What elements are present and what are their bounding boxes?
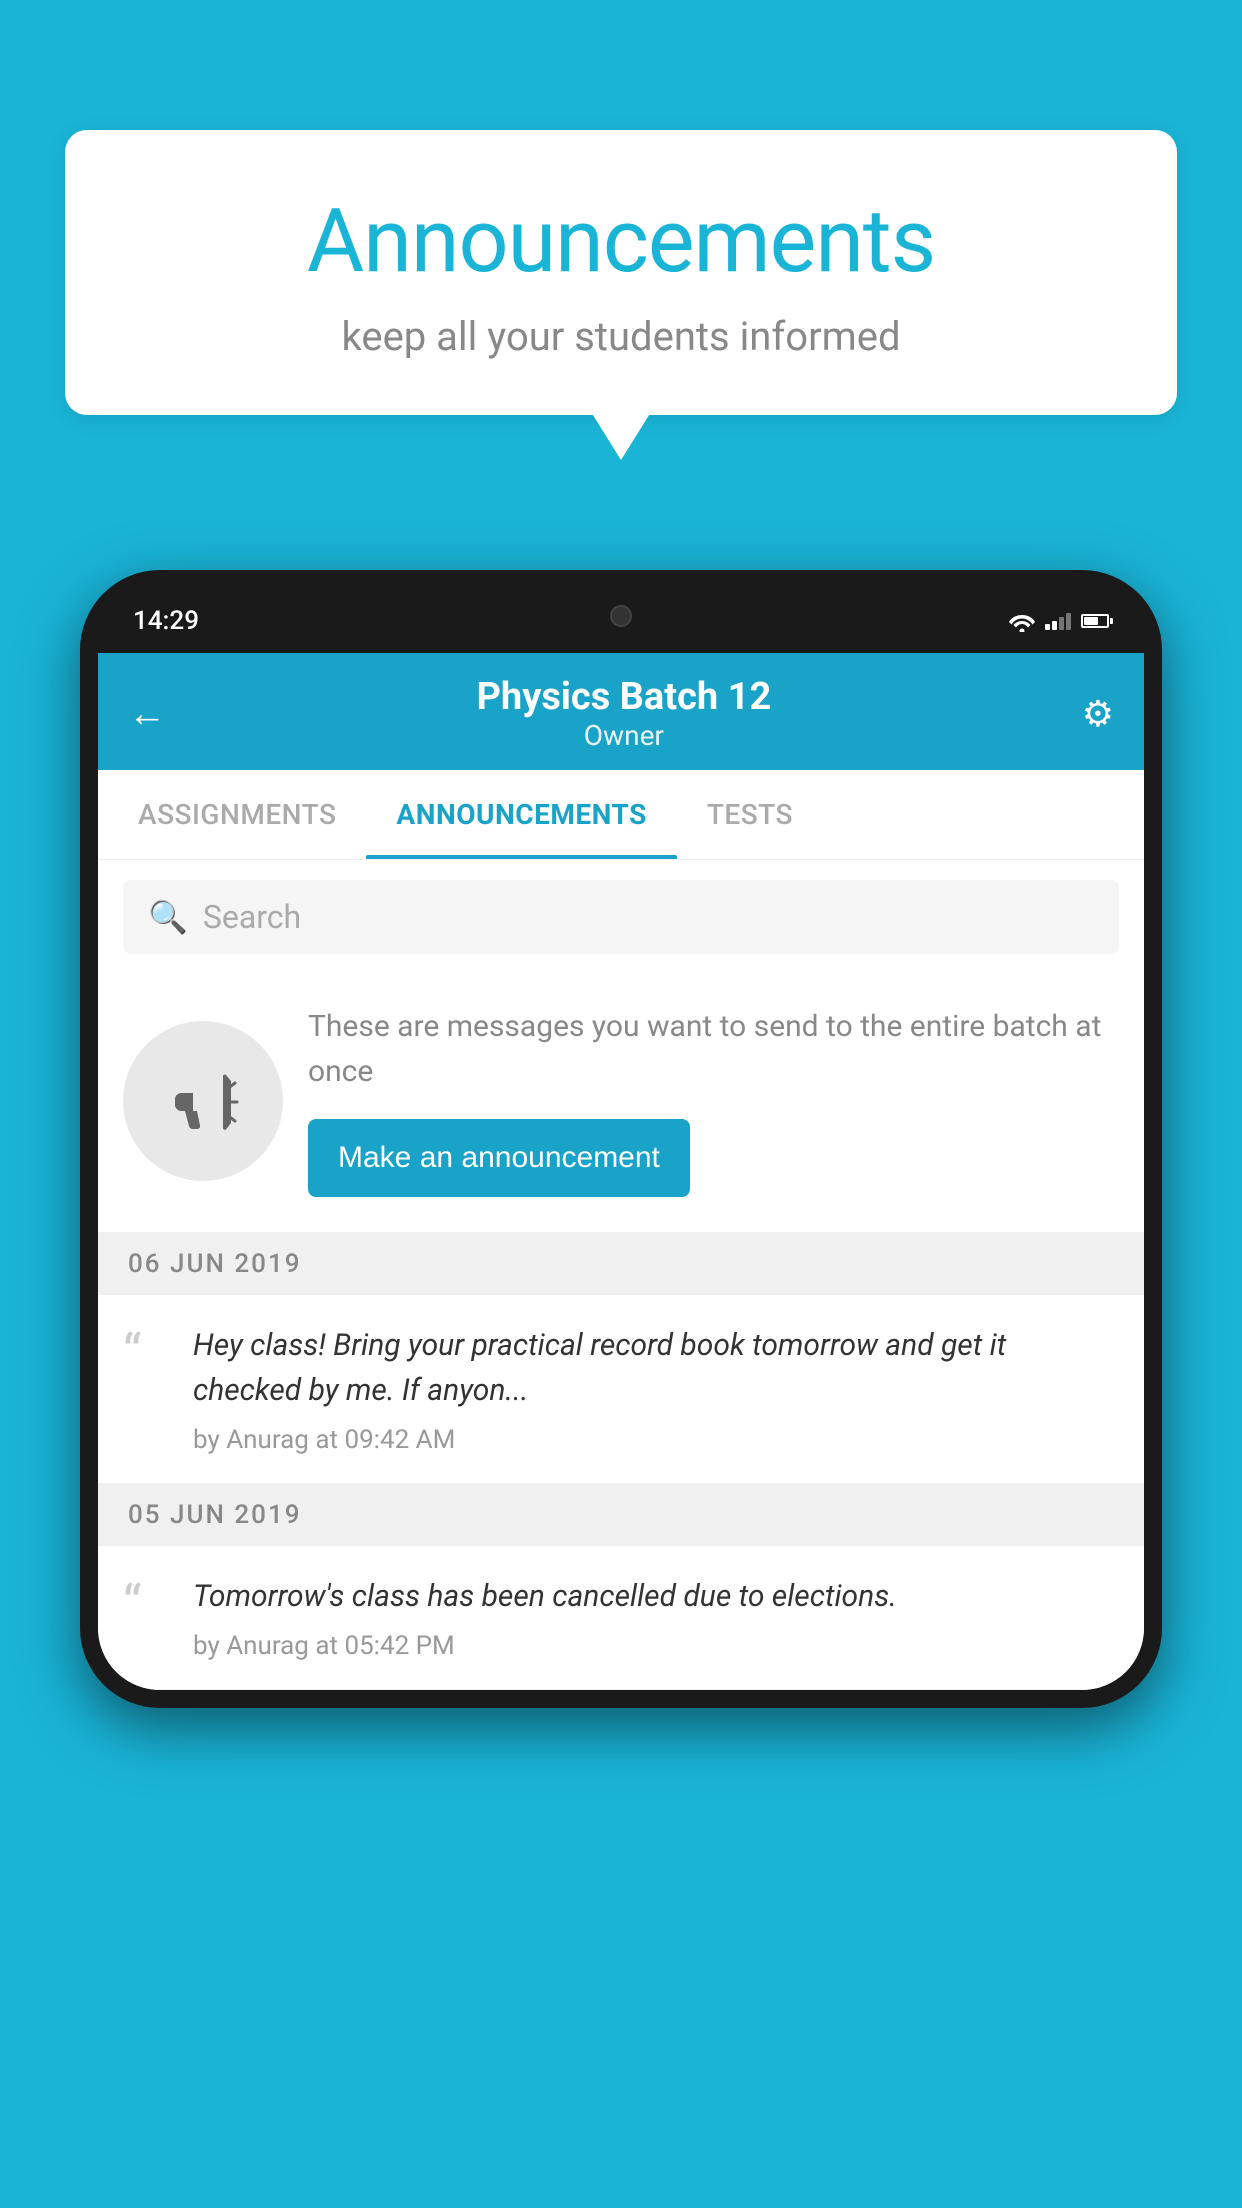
- date-separator-2: 05 JUN 2019: [98, 1484, 1144, 1546]
- announcement-meta-2: by Anurag at 05:42 PM: [193, 1631, 1119, 1661]
- signal-icon: [1045, 612, 1071, 630]
- speech-bubble-container: Announcements keep all your students inf…: [65, 130, 1177, 415]
- announcement-content-2: Tomorrow's class has been cancelled due …: [193, 1574, 1119, 1661]
- prompt-content: These are messages you want to send to t…: [308, 1004, 1119, 1197]
- tab-announcements[interactable]: ANNOUNCEMENTS: [366, 770, 676, 859]
- status-icons: [1009, 610, 1109, 632]
- batch-title: Physics Batch 12: [476, 675, 771, 719]
- tab-tests[interactable]: TESTS: [677, 770, 823, 859]
- search-placeholder: Search: [203, 898, 301, 936]
- batch-role: Owner: [476, 719, 771, 752]
- speech-bubble: Announcements keep all your students inf…: [65, 130, 1177, 415]
- status-time: 14:29: [133, 606, 199, 636]
- phone-container: 14:29: [80, 570, 1162, 2208]
- search-icon: 🔍: [148, 898, 188, 936]
- phone-screen: ← Physics Batch 12 Owner ⚙ ASSIGNMENTS A…: [98, 653, 1144, 1690]
- app-header: ← Physics Batch 12 Owner ⚙: [98, 653, 1144, 770]
- header-title-area: Physics Batch 12 Owner: [476, 675, 771, 752]
- announcement-text-2: Tomorrow's class has been cancelled due …: [193, 1574, 1119, 1619]
- battery-icon: [1081, 614, 1109, 628]
- date-separator-1: 06 JUN 2019: [98, 1233, 1144, 1295]
- quote-icon-2: “: [123, 1579, 173, 1631]
- speech-bubble-title: Announcements: [115, 190, 1127, 293]
- speech-bubble-subtitle: keep all your students informed: [115, 313, 1127, 360]
- announcement-content-1: Hey class! Bring your practical record b…: [193, 1323, 1119, 1455]
- make-announcement-button[interactable]: Make an announcement: [308, 1119, 690, 1197]
- announcement-item-1[interactable]: “ Hey class! Bring your practical record…: [98, 1295, 1144, 1484]
- status-bar: 14:29: [98, 588, 1144, 653]
- announcement-text-1: Hey class! Bring your practical record b…: [193, 1323, 1119, 1413]
- back-button[interactable]: ←: [128, 692, 166, 736]
- settings-button[interactable]: ⚙: [1082, 693, 1114, 735]
- megaphone-icon: [163, 1061, 243, 1141]
- megaphone-circle: [123, 1021, 283, 1181]
- tabs-bar: ASSIGNMENTS ANNOUNCEMENTS TESTS: [98, 770, 1144, 860]
- wifi-icon: [1009, 610, 1035, 632]
- phone-notch: [521, 588, 721, 643]
- prompt-description: These are messages you want to send to t…: [308, 1004, 1119, 1094]
- announcement-meta-1: by Anurag at 09:42 AM: [193, 1425, 1119, 1455]
- search-bar[interactable]: 🔍 Search: [123, 880, 1119, 954]
- quote-icon-1: “: [123, 1328, 173, 1380]
- camera-icon: [610, 605, 632, 627]
- search-container: 🔍 Search: [98, 860, 1144, 974]
- tab-assignments[interactable]: ASSIGNMENTS: [108, 770, 366, 859]
- phone-outer: 14:29: [80, 570, 1162, 1708]
- announcement-item-2[interactable]: “ Tomorrow's class has been cancelled du…: [98, 1546, 1144, 1690]
- announcement-prompt: These are messages you want to send to t…: [98, 974, 1144, 1233]
